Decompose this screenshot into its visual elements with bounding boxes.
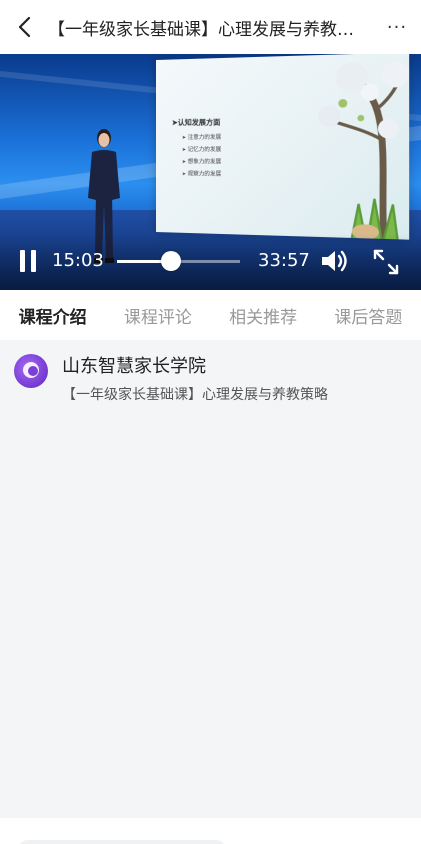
more-options-button[interactable]: ···: [373, 0, 421, 54]
tab-post-class-quiz[interactable]: 课后答题: [316, 303, 421, 328]
top-nav-bar: 【一年级家长基础课】心理发展与养教策略 ···: [0, 0, 421, 54]
progress-scrubber-handle[interactable]: [161, 251, 182, 271]
presentation-screen: ➤认知发展方面 注意力的发展 记忆力的发展 想象力的发展 观察力的发展: [156, 54, 410, 240]
slide-bullet-list: 注意力的发展 记忆力的发展 想象力的发展 观察力的发展: [182, 132, 222, 181]
course-intro-panel: 山东智慧家长学院 【一年级家长基础课】心理发展与养教策略: [0, 340, 421, 818]
bottom-comment-bar: [0, 818, 421, 844]
slide-heading: ➤认知发展方面: [171, 117, 221, 127]
fullscreen-icon[interactable]: [372, 248, 400, 276]
publisher-logo-icon: [14, 354, 48, 388]
pause-icon: [20, 250, 25, 272]
course-title: 【一年级家长基础课】心理发展与养教策略: [62, 387, 328, 403]
pause-icon: [31, 250, 36, 272]
tab-course-intro[interactable]: 课程介绍: [0, 303, 105, 328]
chevron-left-icon: [18, 16, 31, 38]
publisher-info: 山东智慧家长学院 【一年级家长基础课】心理发展与养教策略: [14, 354, 328, 406]
course-tab-bar: 课程介绍 课程评论 相关推荐 课后答题: [0, 290, 421, 340]
video-controls: 15:03 33:57: [0, 234, 421, 290]
slide-bullet: 想象力的发展: [182, 156, 222, 168]
current-time: 15:03: [52, 250, 104, 271]
slide-bullet: 观察力的发展: [182, 168, 222, 181]
tab-course-comments[interactable]: 课程评论: [105, 303, 210, 328]
comment-input[interactable]: [18, 840, 226, 844]
back-button[interactable]: [0, 0, 48, 54]
total-duration: 33:57: [258, 250, 310, 271]
pause-button[interactable]: [20, 250, 38, 272]
slide-bullet: 记忆力的发展: [182, 144, 222, 156]
slide-bullet: 注意力的发展: [182, 132, 222, 144]
publisher-name: 山东智慧家长学院: [62, 356, 206, 377]
video-player[interactable]: ➤认知发展方面 注意力的发展 记忆力的发展 想象力的发展 观察力的发展: [0, 54, 421, 290]
page-title: 【一年级家长基础课】心理发展与养教策略: [48, 19, 371, 40]
volume-icon[interactable]: [320, 248, 350, 274]
tab-related-recommendations[interactable]: 相关推荐: [211, 303, 316, 328]
blossom-tree-illustration: [318, 61, 410, 240]
